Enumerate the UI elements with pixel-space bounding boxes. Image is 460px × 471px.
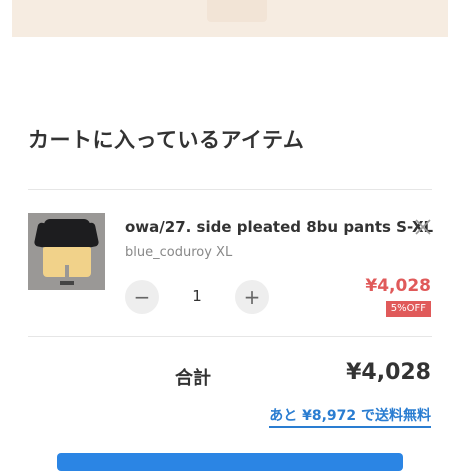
- thumb-top-garment: [44, 219, 90, 249]
- quantity-value: 1: [192, 287, 202, 305]
- quantity-increase-button[interactable]: +: [235, 280, 269, 314]
- product-name[interactable]: owa/27. side pleated 8bu pants S-XL: [125, 218, 433, 236]
- remove-item-button[interactable]: [412, 216, 434, 238]
- total-value: ¥4,028: [346, 360, 431, 385]
- divider-bottom: [28, 336, 432, 337]
- top-banner-image: [12, 0, 448, 37]
- thumb-pants-gap: [65, 265, 69, 277]
- top-banner-detail: [207, 0, 267, 22]
- checkout-button[interactable]: [57, 453, 403, 471]
- total-label: 合計: [175, 368, 211, 389]
- quantity-decrease-button[interactable]: −: [125, 280, 159, 314]
- product-variant: blue_coduroy XL: [125, 245, 233, 260]
- free-shipping-link[interactable]: あと ¥8,972 で送料無料: [269, 405, 431, 428]
- discount-badge: 5%OFF: [385, 301, 431, 317]
- divider-top: [28, 189, 432, 190]
- cart-heading: カートに入っているアイテム: [28, 128, 305, 152]
- product-thumbnail[interactable]: [28, 213, 105, 290]
- thumb-tag: [60, 281, 74, 285]
- item-price: ¥4,028: [365, 276, 431, 296]
- close-icon: [415, 219, 431, 235]
